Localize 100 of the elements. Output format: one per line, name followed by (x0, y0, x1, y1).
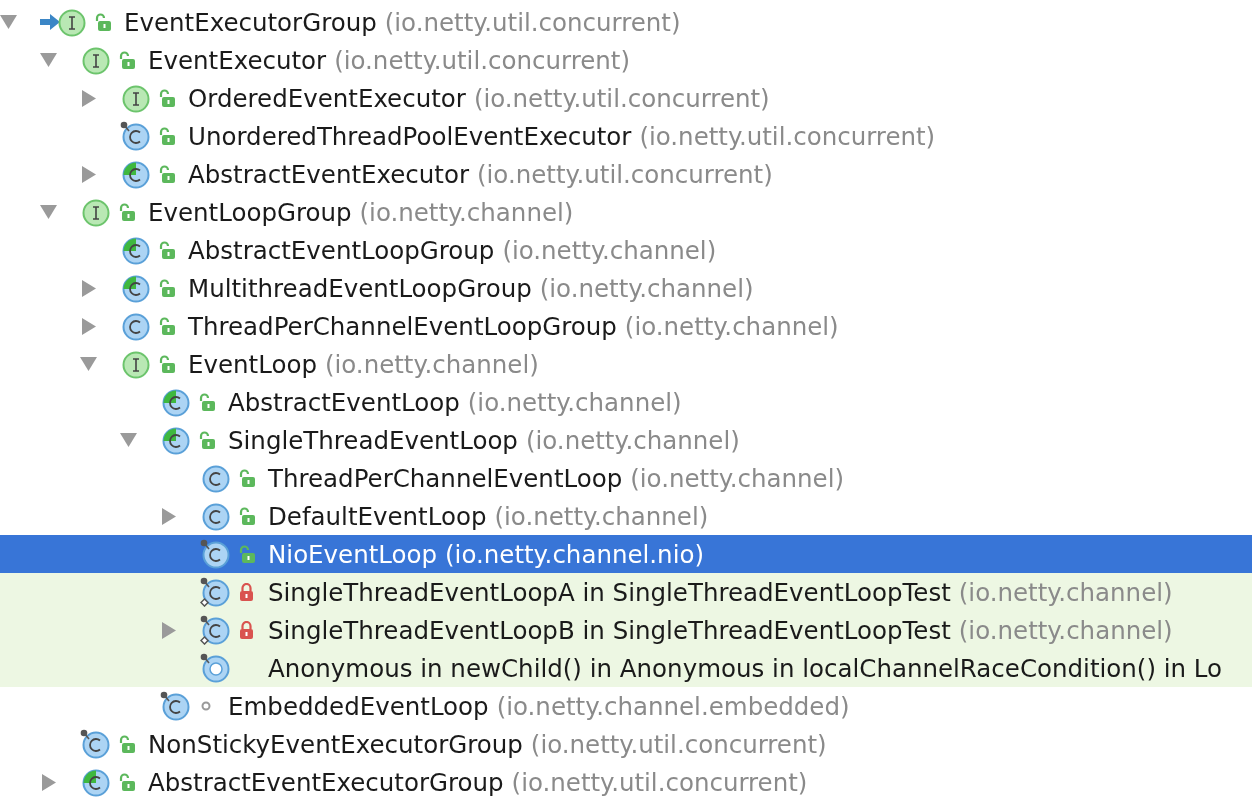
open-lock-icon (157, 89, 175, 107)
open-lock-icon (117, 773, 135, 791)
class-name: MultithreadEventLoopGroup (188, 273, 532, 303)
caret-down-icon[interactable] (40, 53, 57, 67)
class-name: EmbeddedEventLoop (228, 691, 489, 721)
tree-row[interactable]: ThreadPerChannelEventLoopGroup (io.netty.channel) (0, 307, 1252, 345)
caret-right-icon[interactable] (82, 165, 96, 183)
package-name: (io.netty.util.concurrent) (639, 121, 936, 151)
caret-right-icon[interactable] (82, 89, 96, 107)
abstract-class-icon (80, 767, 110, 797)
tree-row[interactable]: DefaultEventLoop (io.netty.channel) (0, 497, 1252, 535)
class-name: NonStickyEventExecutorGroup (148, 729, 523, 759)
open-lock-icon (117, 735, 135, 753)
class-name: UnorderedThreadPoolEventExecutor (188, 121, 632, 151)
caret-right-icon[interactable] (162, 621, 176, 639)
caret-right-icon[interactable] (82, 317, 96, 335)
tree-row[interactable]: NioEventLoop (io.netty.channel.nio) (0, 535, 1252, 573)
open-lock-icon (117, 203, 135, 221)
package-name: (io.netty.channel) (958, 577, 1173, 607)
class-name: AbstractEventLoop (228, 387, 460, 417)
open-lock-icon (237, 469, 255, 487)
class-name: AbstractEventExecutorGroup (148, 767, 504, 797)
class-name: EventExecutorGroup (124, 7, 377, 37)
open-lock-icon (117, 51, 135, 69)
class-name: NioEventLoop (268, 539, 438, 569)
abstract-class-icon (160, 425, 190, 455)
tree-row[interactable]: OrderedEventExecutor (io.netty.util.concurrent) (0, 79, 1252, 117)
class-name: DefaultEventLoop (268, 501, 487, 531)
open-lock-icon (157, 355, 175, 373)
package-name: (io.netty.channel) (624, 311, 839, 341)
open-lock-icon (157, 279, 175, 297)
class-name: SingleThreadEventLoopB in SingleThreadEventLoopTest (268, 615, 951, 645)
tree-row[interactable]: MultithreadEventLoopGroup (io.netty.channel) (0, 269, 1252, 307)
open-lock-icon (197, 393, 215, 411)
tree-row[interactable]: AbstractEventLoop (io.netty.channel) (0, 383, 1252, 421)
tree-row[interactable]: UnorderedThreadPoolEventExecutor (io.netty.util.concurrent) (0, 117, 1252, 155)
caret-down-icon[interactable] (80, 357, 97, 371)
abstract-class-icon (120, 235, 150, 265)
tree-row[interactable]: AbstractEventExecutorGroup (io.netty.util.concurrent) (0, 763, 1252, 801)
tree-row[interactable]: AbstractEventExecutor (io.netty.util.concurrent) (0, 155, 1252, 193)
tree-row[interactable]: AbstractEventLoopGroup (io.netty.channel) (0, 231, 1252, 269)
package-name: (io.netty.channel) (502, 235, 717, 265)
caret-right-icon[interactable] (82, 279, 96, 297)
tree-row[interactable]: EventLoopGroup (io.netty.channel) (0, 193, 1252, 231)
tree-row[interactable]: NonStickyEventExecutorGroup (io.netty.util.concurrent) (0, 725, 1252, 763)
abstract-class-icon (160, 387, 190, 417)
package-name: (io.netty.channel) (494, 501, 709, 531)
open-lock-icon (237, 507, 255, 525)
package-name: (io.netty.channel.embedded) (496, 691, 850, 721)
class-name: ThreadPerChannelEventLoopGroup (188, 311, 617, 341)
package-name: (io.netty.channel) (467, 387, 682, 417)
open-lock-icon (157, 127, 175, 145)
class-icon (120, 311, 150, 341)
package-name: (io.netty.channel) (359, 197, 574, 227)
tree-row[interactable]: EmbeddedEventLoop (io.netty.channel.embedded) (0, 687, 1252, 725)
caret-right-icon[interactable] (42, 773, 56, 791)
class-name: SingleThreadEventLoop (228, 425, 518, 455)
tree-row[interactable]: EventExecutor (io.netty.util.concurrent) (0, 41, 1252, 79)
class-name: SingleThreadEventLoopA in SingleThreadEventLoopTest (268, 577, 951, 607)
package-name: (io.netty.util.concurrent) (384, 7, 681, 37)
dot-icon (201, 701, 211, 711)
tree-row[interactable]: EventExecutorGroup (io.netty.util.concurrent) (0, 3, 1252, 41)
tree-row[interactable]: SingleThreadEventLoopA in SingleThreadEventLoopTest (io.netty.channel) (0, 573, 1252, 611)
package-name: (io.netty.util.concurrent) (530, 729, 827, 759)
open-lock-icon (157, 241, 175, 259)
interface-icon (80, 45, 110, 75)
package-name: (io.netty.util.concurrent) (511, 767, 808, 797)
interface-icon (120, 83, 150, 113)
caret-right-icon[interactable] (162, 507, 176, 525)
class-name: EventLoopGroup (148, 197, 352, 227)
class-name: AbstractEventLoopGroup (188, 235, 495, 265)
class-name: EventLoop (188, 349, 317, 379)
tree-row[interactable]: SingleThreadEventLoopB in SingleThreadEventLoopTest (io.netty.channel) (0, 611, 1252, 649)
package-name: (io.netty.channel) (525, 425, 740, 455)
class-icon (200, 463, 230, 493)
caret-down-icon[interactable] (120, 433, 137, 447)
class-name: EventExecutor (148, 45, 327, 75)
package-name: (io.netty.util.concurrent) (334, 45, 630, 75)
package-name: (io.netty.util.concurrent) (473, 83, 770, 113)
tree-row[interactable]: SingleThreadEventLoop (io.netty.channel) (0, 421, 1252, 459)
class-name: AbstractEventExecutor (188, 159, 469, 189)
class-name: Anonymous in newChild() in Anonymous in localChannelRaceCondition() in Lo (268, 653, 1223, 683)
open-lock-icon (157, 317, 175, 335)
package-name: (io.netty.channel) (324, 349, 539, 379)
tree-row[interactable]: EventLoop (io.netty.channel) (0, 345, 1252, 383)
abstract-class-icon (120, 159, 150, 189)
lock-icon (238, 583, 254, 601)
package-name: (io.netty.util.concurrent) (477, 159, 773, 189)
package-name: (io.netty.channel) (958, 615, 1173, 645)
interface-icon (120, 349, 150, 379)
tree-row[interactable]: ThreadPerChannelEventLoop (io.netty.channel) (0, 459, 1252, 497)
class-name: OrderedEventExecutor (188, 83, 466, 113)
open-lock-icon (197, 431, 215, 449)
tree-row[interactable]: Anonymous in newChild() in Anonymous in localChannelRaceCondition() in Lo (0, 649, 1252, 687)
abstract-class-icon (120, 273, 150, 303)
open-lock-icon (237, 545, 255, 563)
class-icon (200, 501, 230, 531)
caret-down-icon[interactable] (40, 205, 57, 219)
caret-down-icon[interactable] (0, 15, 17, 29)
interface-icon (56, 7, 86, 37)
